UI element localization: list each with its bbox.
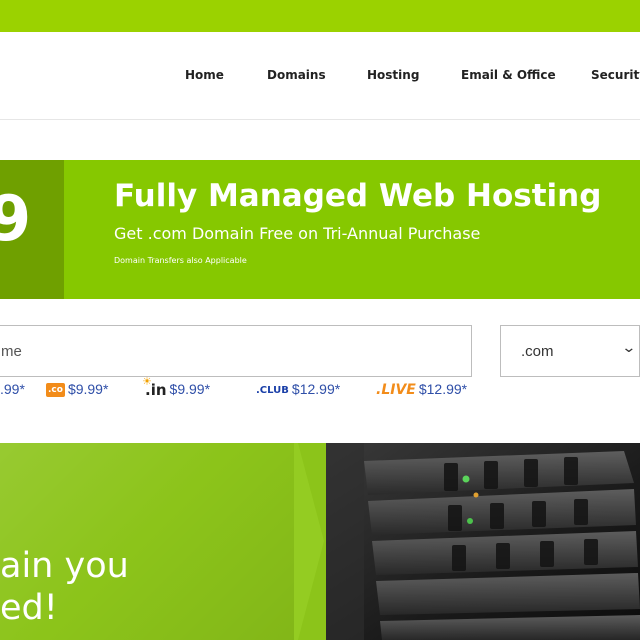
hero-arrow-divider (294, 443, 326, 640)
hero-headline: ain you ed! (0, 545, 129, 629)
tld-price-item[interactable]: ☀ .in $9.99* (142, 375, 211, 400)
tld-price-item[interactable]: .CLUB $12.99* (256, 381, 340, 399)
tld-price-item[interactable]: .99* (0, 381, 25, 399)
tld-price: .99* (0, 381, 25, 397)
tld-price: $9.99* (169, 381, 211, 397)
domain-search-input[interactable] (0, 325, 472, 377)
banner-title: Fully Managed Web Hosting (114, 178, 602, 214)
banner-price-fragment: 9 (0, 182, 32, 255)
banner-price-panel: 9 (0, 160, 64, 299)
main-navbar: Home Domains Hosting Email & Office Secu… (0, 32, 640, 120)
banner-note: Domain Transfers also Applicable (114, 256, 247, 265)
tld-select[interactable]: .com ⌄ (500, 325, 640, 377)
tld-price: $12.99* (291, 381, 341, 397)
hero-line-2: ed! (0, 588, 58, 628)
live-logo-icon: .LIVE (376, 382, 416, 398)
tld-price-item[interactable]: .co $9.99* (46, 381, 108, 399)
nav-hosting[interactable]: Hosting (367, 68, 419, 82)
tld-select-value: .com (521, 343, 554, 360)
top-accent-bar (0, 0, 640, 32)
tld-price: $12.99* (418, 381, 468, 397)
nav-domains[interactable]: Domains (267, 68, 326, 82)
in-logo-icon: ☀ .in (142, 375, 167, 400)
promo-banner[interactable]: 9 Fully Managed Web Hosting Get .com Dom… (0, 160, 640, 299)
server-rack-image (324, 443, 640, 640)
nav-email-office[interactable]: Email & Office (461, 68, 556, 82)
tld-ext-label: .LIVE (376, 382, 416, 399)
tld-price: $9.99* (67, 381, 109, 397)
chevron-down-icon: ⌄ (621, 340, 637, 356)
nav-home[interactable]: Home (185, 68, 224, 82)
club-logo-icon: .CLUB (256, 385, 289, 396)
banner-subtitle: Get .com Domain Free on Tri-Annual Purch… (114, 224, 481, 243)
hero-line-1: ain you (0, 546, 129, 586)
tld-ext-label: .CLUB (256, 384, 289, 396)
hero-section: ain you ed! (0, 443, 640, 640)
tld-price-item[interactable]: .LIVE $12.99* (376, 381, 467, 399)
co-logo-icon: .co (46, 383, 65, 398)
nav-security[interactable]: Security (591, 68, 640, 82)
tld-ext-label: .co (48, 385, 63, 396)
